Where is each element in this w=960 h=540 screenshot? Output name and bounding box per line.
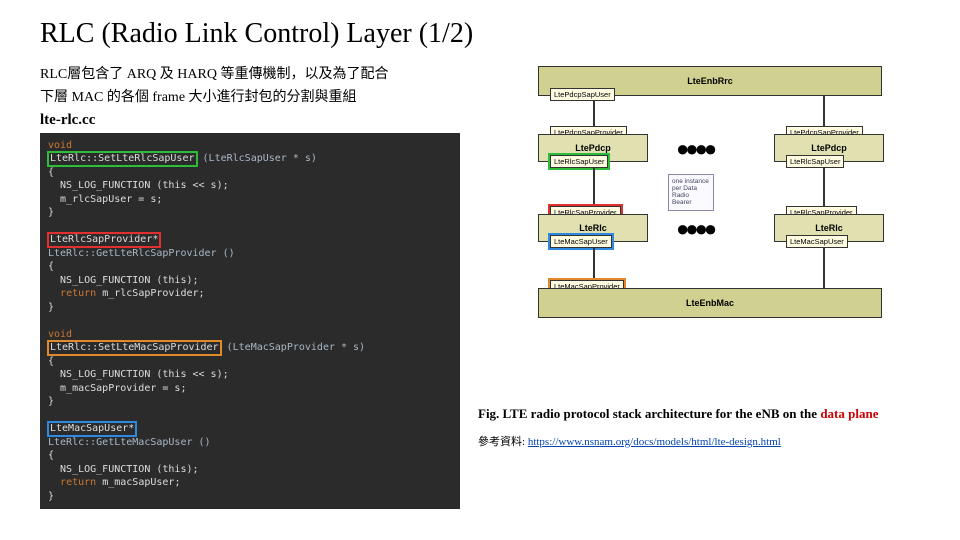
sap-pdcp-user: LtePdcpSapUser (550, 88, 615, 101)
figure-caption: Fig. LTE radio protocol stack architectu… (478, 406, 898, 423)
highlight-rlc-sap-user: LteRlc::SetLteRlcSapUser (48, 152, 197, 166)
description-line-2: 下層 MAC 的各個 frame 大小進行封包的分割與重組 (40, 89, 460, 108)
sap-mac-user-left: LteMacSapUser (550, 235, 612, 248)
code-block: void LteRlc::SetLteRlcSapUser (LteRlcSap… (40, 133, 460, 510)
ellipsis-pdcp: ●●●● (676, 136, 713, 162)
sap-mac-user-right: LteMacSapUser (786, 235, 848, 248)
sap-rlc-user-right: LteRlcSapUser (786, 155, 844, 168)
reference-link[interactable]: https://www.nsnam.org/docs/models/html/l… (528, 436, 781, 448)
highlight-mac-sap-user: LteMacSapUser* (48, 422, 136, 436)
highlight-mac-sap-provider: LteRlc::SetLteMacSapProvider (48, 341, 221, 355)
protocol-stack-diagram: LteEnbRrc LtePdcpSapUser LtePdcpSapProvi… (478, 66, 888, 396)
highlight-rlc-sap-provider: LteRlcSapProvider* (48, 233, 160, 247)
source-filename: lte-rlc.cc (40, 112, 460, 129)
reference: 參考資料: https://www.nsnam.org/docs/models/… (478, 433, 898, 449)
ellipsis-rlc: ●●●● (676, 216, 713, 242)
box-enb-mac: LteEnbMac (538, 288, 882, 318)
page-title: RLC (Radio Link Control) Layer (1/2) (40, 18, 920, 50)
note-instance: one instance per Data Radio Bearer (668, 174, 714, 211)
sap-rlc-user-left: LteRlcSapUser (550, 155, 608, 168)
description-line-1: RLC層包含了 ARQ 及 HARQ 等重傳機制，以及為了配合 (40, 66, 460, 85)
